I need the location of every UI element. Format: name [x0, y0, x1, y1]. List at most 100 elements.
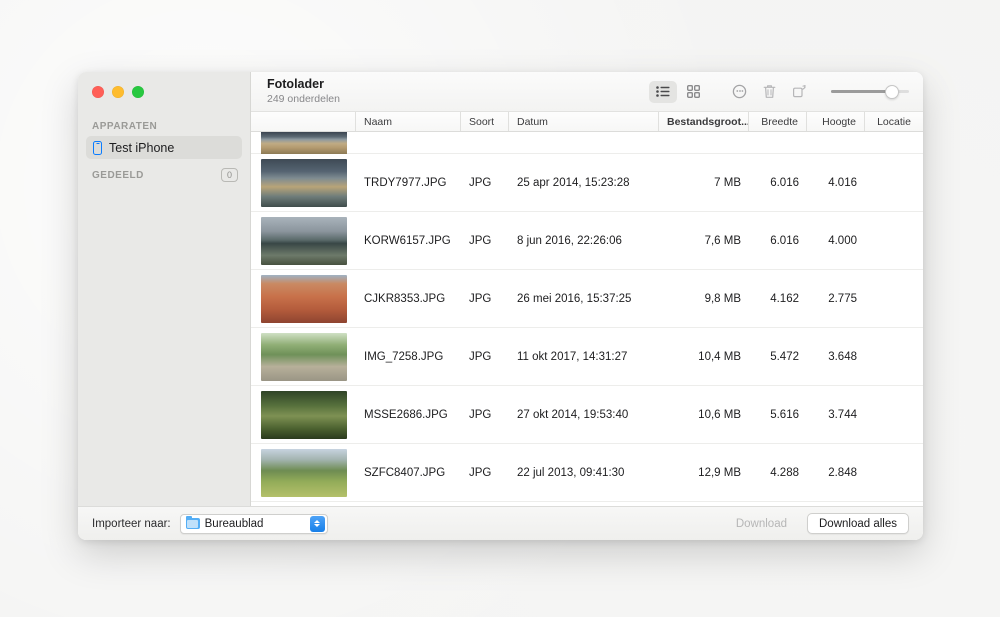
traffic-light-controls — [78, 72, 250, 112]
cell-naam: MSSE2686.JPG — [364, 408, 448, 421]
cell-hoogte: 2.775 — [828, 292, 857, 305]
column-header-datum[interactable]: Datum — [509, 112, 659, 131]
cell-datum: 27 okt 2014, 19:53:40 — [517, 408, 629, 421]
cell-datum: 11 okt 2017, 14:31:27 — [517, 350, 628, 363]
cell-hoogte: 3.648 — [828, 350, 857, 363]
delete-button[interactable] — [755, 81, 783, 103]
thumbnail-size-slider[interactable] — [831, 81, 909, 103]
cell-datum: 25 apr 2014, 15:23:28 — [517, 176, 630, 189]
cell-soort: JPG — [469, 350, 492, 363]
trash-icon — [763, 85, 775, 98]
table-row[interactable]: KORW6157.JPG JPG 8 jun 2016, 22:26:06 7,… — [251, 212, 923, 270]
bottom-bar: Importeer naar: Bureaublad Download Down… — [78, 506, 923, 540]
destination-folder-label: Bureaublad — [204, 517, 264, 530]
minimize-button[interactable] — [112, 86, 124, 98]
toolbar-actions — [649, 80, 909, 103]
sidebar: APPARATEN Test iPhone GEDEELD 0 — [78, 72, 251, 506]
iphone-icon — [93, 140, 102, 155]
column-header-naam-label: Naam — [364, 115, 393, 128]
cell-bestandsgrootte: 10,6 MB — [698, 408, 741, 421]
column-header-breedte-label: Breedte — [761, 115, 798, 128]
cell-naam: TRDY7977.JPG — [364, 176, 447, 189]
column-header-hoogte[interactable]: Hoogte — [807, 112, 865, 131]
row-thumbnail-cell — [251, 386, 356, 443]
chevron-up-down-icon[interactable] — [309, 515, 325, 532]
column-header-locatie[interactable]: Locatie — [865, 112, 923, 131]
cell-bestandsgrootte: 7,6 MB — [704, 234, 741, 247]
gedeeld-count-badge: 0 — [221, 168, 238, 182]
table-row[interactable]: TRDY7977.JPG JPG 25 apr 2014, 15:23:28 7… — [251, 154, 923, 212]
cell-hoogte: 4.016 — [828, 176, 857, 189]
download-all-button[interactable]: Download alles — [807, 513, 909, 534]
content-area: Fotolader 249 onderdelen Naam Soort Datu… — [251, 72, 923, 506]
column-header-bestandsgrootte-label: Bestandsgroot... — [667, 115, 749, 128]
cell-naam: CJKR8353.JPG — [364, 292, 446, 305]
cell-soort: JPG — [469, 234, 492, 247]
column-header-soort[interactable]: Soort — [461, 112, 509, 131]
grid-view-icon — [686, 85, 700, 98]
grid-view-button[interactable] — [679, 81, 707, 103]
column-header-thumbnail[interactable] — [251, 112, 356, 131]
cell-breedte: 5.472 — [770, 350, 799, 363]
row-thumbnail-cell — [251, 270, 356, 327]
close-button[interactable] — [92, 86, 104, 98]
download-button[interactable]: Download — [725, 513, 798, 534]
photo-thumbnail — [260, 274, 347, 323]
column-header-breedte[interactable]: Breedte — [749, 112, 807, 131]
table-column-headers: Naam Soort Datum Bestandsgroot... ⌃ Bree… — [251, 112, 923, 132]
photo-thumbnail — [260, 216, 347, 265]
cell-soort: JPG — [469, 176, 492, 189]
photo-loader-window: APPARATEN Test iPhone GEDEELD 0 Fotolade… — [78, 72, 923, 540]
folder-icon — [185, 515, 200, 529]
zoom-button[interactable] — [132, 86, 144, 98]
cell-breedte: 6.016 — [770, 234, 799, 247]
rotate-button[interactable] — [725, 81, 753, 103]
cell-bestandsgrootte: 10,4 MB — [698, 350, 741, 363]
cell-datum: 8 jun 2016, 22:26:06 — [517, 234, 622, 247]
cell-hoogte: 3.744 — [828, 408, 857, 421]
column-header-naam[interactable]: Naam — [356, 112, 461, 131]
item-count-label: 249 onderdelen — [267, 92, 340, 105]
row-thumbnail-cell — [251, 212, 356, 269]
cell-bestandsgrootte: 7 MB — [714, 176, 741, 189]
slider-fill — [831, 90, 892, 93]
cell-breedte: 6.016 — [770, 176, 799, 189]
share-icon — [792, 85, 806, 98]
photo-thumbnail — [260, 332, 347, 381]
slider-knob[interactable] — [884, 84, 899, 99]
column-header-bestandsgrootte[interactable]: Bestandsgroot... ⌃ — [659, 112, 749, 131]
chevron-up-icon — [314, 520, 321, 523]
window-title-block: Fotolader 249 onderdelen — [267, 77, 649, 106]
table-row[interactable]: IMG_7258.JPG JPG 11 okt 2017, 14:31:27 1… — [251, 328, 923, 386]
cell-naam: KORW6157.JPG — [364, 234, 451, 247]
sidebar-section-apparaten-title: APPARATEN — [92, 121, 158, 132]
table-row[interactable] — [251, 132, 923, 154]
column-header-datum-label: Datum — [517, 115, 548, 128]
destination-folder-select[interactable]: Bureaublad — [179, 513, 328, 534]
cell-hoogte: 2.848 — [828, 466, 857, 479]
cell-hoogte: 4.000 — [828, 234, 857, 247]
photo-list[interactable]: TRDY7977.JPG JPG 25 apr 2014, 15:23:28 7… — [251, 132, 923, 506]
table-row[interactable]: CJKR8353.JPG JPG 26 mei 2016, 15:37:25 9… — [251, 270, 923, 328]
sidebar-item-label: Test iPhone — [109, 140, 175, 155]
list-view-button[interactable] — [649, 80, 677, 103]
share-button[interactable] — [785, 81, 813, 103]
photo-thumbnail — [260, 158, 347, 207]
cell-breedte: 4.162 — [770, 292, 799, 305]
photo-thumbnail — [260, 132, 347, 154]
column-header-soort-label: Soort — [469, 115, 495, 128]
sidebar-section-gedeeld: GEDEELD 0 — [78, 159, 250, 186]
sidebar-item-test-iphone[interactable]: Test iPhone — [86, 136, 242, 159]
table-row[interactable]: SZFC8407.JPG JPG 22 jul 2013, 09:41:30 1… — [251, 444, 923, 502]
cell-naam: IMG_7258.JPG — [364, 350, 444, 363]
cell-naam: SZFC8407.JPG — [364, 466, 446, 479]
row-thumbnail-cell — [251, 444, 356, 501]
cell-breedte: 4.288 — [770, 466, 799, 479]
sidebar-section-gedeeld-title: GEDEELD — [92, 169, 144, 181]
cell-datum: 22 jul 2013, 09:41:30 — [517, 466, 625, 479]
column-header-hoogte-label: Hoogte — [822, 115, 856, 128]
cell-datum: 26 mei 2016, 15:37:25 — [517, 292, 632, 305]
row-thumbnail-cell — [251, 328, 356, 385]
row-thumbnail-cell — [251, 154, 356, 211]
table-row[interactable]: MSSE2686.JPG JPG 27 okt 2014, 19:53:40 1… — [251, 386, 923, 444]
